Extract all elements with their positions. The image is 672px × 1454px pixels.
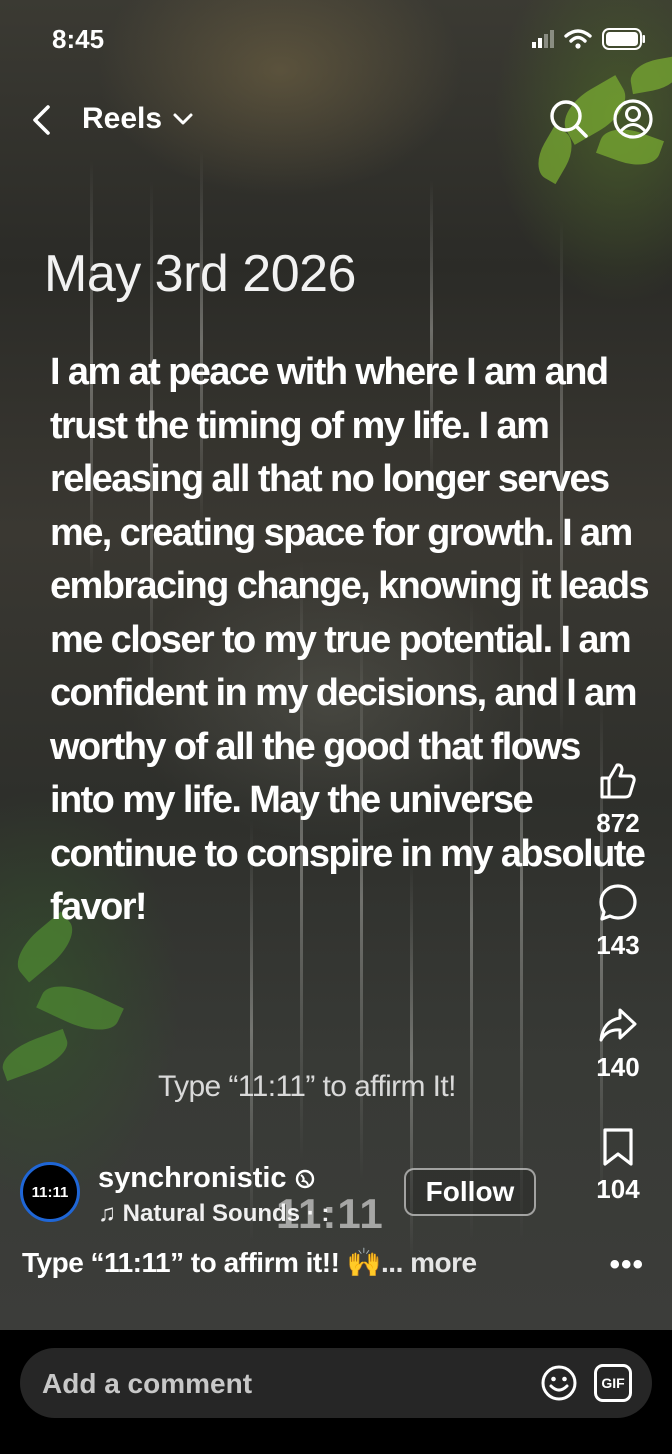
chevron-down-icon xyxy=(173,113,193,125)
reels-top-bar: Reels xyxy=(0,96,672,148)
wifi-icon xyxy=(564,29,592,49)
follow-button[interactable]: Follow xyxy=(404,1168,536,1216)
top-right-actions xyxy=(548,98,654,140)
comment-input[interactable] xyxy=(40,1362,464,1406)
like-count: 872 xyxy=(596,808,640,838)
affirm-prompt: Type “11:11” to affirm It! xyxy=(158,1070,456,1103)
overlay-timer-text: 11:11 xyxy=(276,1190,384,1237)
comment-bar: GIF xyxy=(0,1330,672,1454)
caption-text: Type “11:11” to affirm it!! 🙌 xyxy=(22,1247,382,1278)
username-text: synchronistic xyxy=(98,1162,287,1194)
thumbs-up-icon xyxy=(600,763,636,799)
more-options-icon[interactable]: ••• xyxy=(609,1248,644,1282)
share-button[interactable]: 140 xyxy=(596,1004,640,1126)
status-time: 8:45 xyxy=(52,24,105,54)
page-title: Reels xyxy=(82,102,163,135)
affirmation-text: I am at peace with where I am and trust … xyxy=(50,351,650,928)
emoji-icon[interactable] xyxy=(540,1364,578,1402)
globe-icon xyxy=(295,1169,314,1188)
reel-caption[interactable]: Type “11:11” to affirm it!! 🙌... more xyxy=(22,1246,477,1279)
chevron-left-icon[interactable] xyxy=(26,102,60,138)
battery-icon xyxy=(602,28,645,50)
reels-screen: 8:45 Reels May 3rd 2026 I am at peace wi… xyxy=(0,0,672,1454)
share-count: 140 xyxy=(596,1052,640,1082)
comment-count: 143 xyxy=(596,930,640,960)
status-icons xyxy=(532,28,646,50)
gif-button[interactable]: GIF xyxy=(594,1364,632,1402)
reel-date: May 3rd 2026 xyxy=(44,245,356,303)
search-icon[interactable] xyxy=(548,98,590,140)
avatar[interactable]: 11:11 xyxy=(20,1162,80,1222)
comment-box: GIF xyxy=(20,1348,652,1418)
comment-button[interactable]: 143 xyxy=(596,882,640,1004)
share-icon xyxy=(599,1008,637,1042)
like-button[interactable]: 872 xyxy=(596,760,640,882)
comment-icon xyxy=(599,884,637,921)
reels-feed-selector[interactable]: Reels xyxy=(82,102,194,136)
profile-icon[interactable] xyxy=(612,98,654,140)
cellular-signal-icon xyxy=(532,30,554,48)
caption-more-link[interactable]: ... more xyxy=(381,1247,477,1278)
